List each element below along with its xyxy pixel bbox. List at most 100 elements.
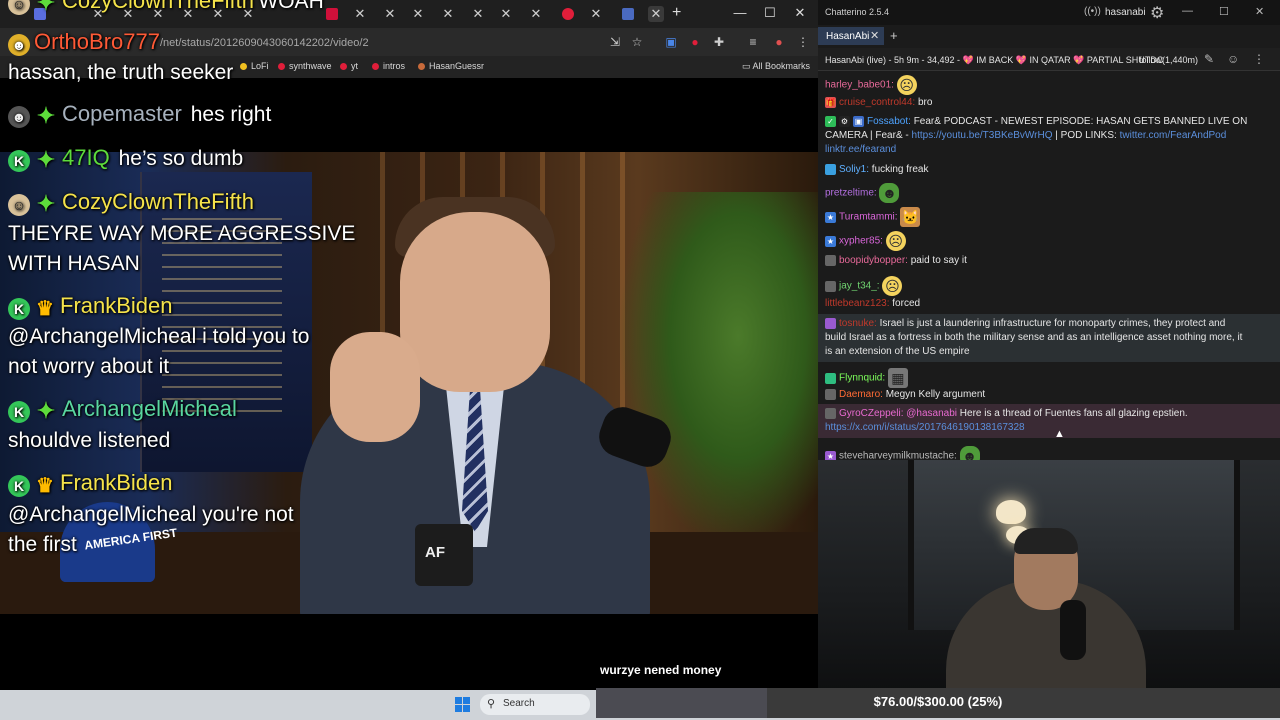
install-icon[interactable]: ⇲ — [608, 35, 622, 49]
bot-badge-icon: ▣ — [853, 115, 864, 127]
minimize-icon[interactable]: — — [730, 5, 750, 20]
bookmark-item[interactable]: intros — [372, 61, 405, 71]
pepe-emote-icon: ☻ — [879, 183, 900, 203]
viewers-icon[interactable]: ☺ — [1227, 52, 1239, 66]
overlay-username-row: ☺ ✦ CozyClownTheFifth — [8, 189, 254, 217]
new-tab-icon[interactable]: + — [672, 4, 681, 22]
stream-chat-overlay: ☺ ✦ CozyClownTheFifth WOAH ☻ OrthoBro777 ha… — [0, 0, 355, 600]
tab-close-icon[interactable]: ✕ — [498, 6, 514, 22]
mention-text[interactable]: @hasanabi — [906, 408, 957, 419]
chat-message: pretzeltime: ☻ — [825, 183, 1265, 203]
tab-label[interactable]: HasanAbi — [826, 31, 869, 42]
diamond-badge-icon: ✦ — [36, 146, 56, 172]
profile-icon[interactable]: ● — [772, 35, 786, 49]
star-badge-icon: ★ — [825, 450, 836, 460]
webcam-feed — [818, 460, 1280, 690]
overlay-username-row: K ♛ FrankBiden — [8, 293, 173, 320]
overlay-username-row: K ✦ ArchangelMicheal — [8, 396, 237, 424]
gift-badge-icon: 🎁 — [825, 96, 836, 108]
menu-dots-icon[interactable]: ⋮ — [796, 35, 810, 49]
gear-badge-icon: ⚙ — [839, 115, 850, 127]
avatar-icon: ☺ — [8, 0, 30, 15]
avatar-badge-icon — [825, 388, 836, 400]
bookmark-item[interactable]: HasanGuessr — [418, 61, 484, 71]
maximize-icon[interactable]: ☐ — [760, 5, 780, 21]
chat-message: ★ steveharveymilkmustache: ☻ — [825, 446, 1265, 460]
sad-emote-icon: ☹ — [885, 231, 906, 251]
sub-badge-icon — [825, 372, 836, 384]
overlay-message-text: @ArchangelMicheal i told you to — [8, 325, 310, 348]
edit-icon[interactable]: ✎ — [1204, 52, 1214, 66]
streamer-mode-icon[interactable]: ((•)) — [1084, 6, 1101, 17]
extension-icon[interactable]: ▣ — [664, 35, 678, 49]
chat-message: GyroCZeppeli: @hasanabi Here is a thread… — [825, 407, 1188, 433]
host-hand — [330, 332, 420, 442]
crown-badge-icon: ♛ — [36, 297, 54, 320]
extensions-puzzle-icon[interactable]: ✚ — [712, 35, 726, 49]
message-link[interactable]: twitter.com/FearAndPod — [1120, 130, 1227, 141]
kick-badge-icon: K — [8, 474, 30, 497]
message-link[interactable]: linktr.ee/fearand — [825, 144, 896, 155]
bookmark-star-icon[interactable]: ☆ — [630, 35, 644, 49]
chat-message: harley_babe01: ☹ — [825, 75, 1265, 95]
tab-close-icon[interactable]: ✕ — [470, 6, 486, 22]
chat-message: tosnuke: Israel is just a laundering inf… — [825, 317, 1243, 357]
subtitle-text: wurzye nened money — [600, 663, 722, 677]
follow-mode[interactable]: follow(1,440m) — [1139, 55, 1198, 65]
kick-badge-icon: K — [8, 297, 30, 320]
crown-badge-icon: ♛ — [36, 474, 54, 497]
chat-message: ✓ ⚙ ▣ Fossabot: Fear& PODCAST - NEWEST EPIS… — [825, 115, 1248, 155]
chat-message: Flynnquid: ▦ — [825, 368, 1265, 388]
split-menu-icon[interactable]: ⋮ — [1253, 52, 1265, 66]
minimize-icon[interactable]: — — [1182, 5, 1193, 17]
media-controls-icon[interactable]: ≡ — [746, 35, 760, 49]
sad-emote-icon: ☹ — [896, 75, 917, 95]
diamond-badge-icon: ✦ — [36, 0, 56, 15]
tab-close-icon[interactable]: ✕ — [382, 6, 398, 22]
chatterino-window: Chatterino 2.5.4 ((•)) hasanabi ⚙ — ☐ ✕ … — [818, 0, 1280, 460]
tab-favicon[interactable] — [622, 8, 634, 20]
add-tab-icon[interactable]: + — [890, 28, 898, 43]
diamond-badge-icon: ✦ — [36, 397, 56, 423]
maximize-icon[interactable]: ☐ — [1219, 5, 1229, 18]
taskbar-search-box[interactable] — [480, 694, 590, 715]
message-link[interactable]: https://x.com/i/status/20176461901381673… — [825, 422, 1025, 433]
all-bookmarks-button[interactable]: ▭ All Bookmarks — [742, 61, 810, 72]
tab-close-icon[interactable]: ✕ — [528, 6, 544, 22]
tab-close-icon[interactable]: ✕ — [410, 6, 426, 22]
settings-gear-icon[interactable]: ⚙ — [1150, 3, 1164, 23]
tab-close-icon[interactable]: ✕ — [870, 29, 879, 42]
windows-start-icon[interactable] — [455, 697, 471, 713]
overlay-message-text: THEYRE WAY MORE AGGRESSIVE — [8, 222, 356, 245]
chat-message: Daemaro: Megyn Kelly argument — [825, 388, 1265, 402]
tab-favicon[interactable] — [562, 8, 574, 20]
kick-badge-icon: K — [8, 400, 30, 423]
sub-badge-icon — [825, 317, 836, 329]
site-icon — [418, 63, 425, 71]
taskbar-search-label[interactable]: Search — [503, 698, 535, 709]
chat-message: littlebeanz123: forced — [825, 298, 921, 309]
youtube-icon — [340, 63, 347, 71]
bookmark-item[interactable]: yt — [340, 61, 358, 71]
active-tab-close-icon[interactable]: ✕ — [648, 6, 664, 22]
extension-icon[interactable]: ● — [688, 35, 702, 49]
tab-close-icon[interactable]: ✕ — [588, 6, 604, 22]
emote-icon: ▦ — [887, 368, 908, 388]
tab-close-icon[interactable]: ✕ — [440, 6, 456, 22]
mouse-cursor-icon: ▲ — [1054, 428, 1065, 440]
account-name[interactable]: hasanabi — [1105, 7, 1146, 18]
overlay-username-row: K ♛ FrankBiden — [8, 470, 173, 497]
overlay-message-text: shouldve listened — [8, 429, 171, 452]
diamond-badge-icon: ✦ — [36, 190, 56, 216]
sad-emote-icon: ☹ — [882, 276, 903, 296]
chat-message: ★ xypher85: ☹ — [825, 231, 1265, 251]
close-window-icon[interactable]: ✕ — [790, 5, 810, 21]
message-link[interactable]: https://youtu.be/T3BKeBvWrHQ — [912, 130, 1053, 141]
close-window-icon[interactable]: ✕ — [1255, 5, 1264, 18]
search-icon[interactable]: ⚲ — [487, 697, 495, 710]
chat-message: ★ Turamtammi: 🐱 — [825, 207, 921, 227]
overlay-message-text: WITH HASAN — [8, 252, 140, 275]
overlay-message: ☻ ✦ Copemaster hes right — [8, 101, 271, 129]
pepe-emote-icon: ☻ — [959, 446, 980, 460]
tab-close-icon[interactable]: ✕ — [352, 6, 368, 22]
